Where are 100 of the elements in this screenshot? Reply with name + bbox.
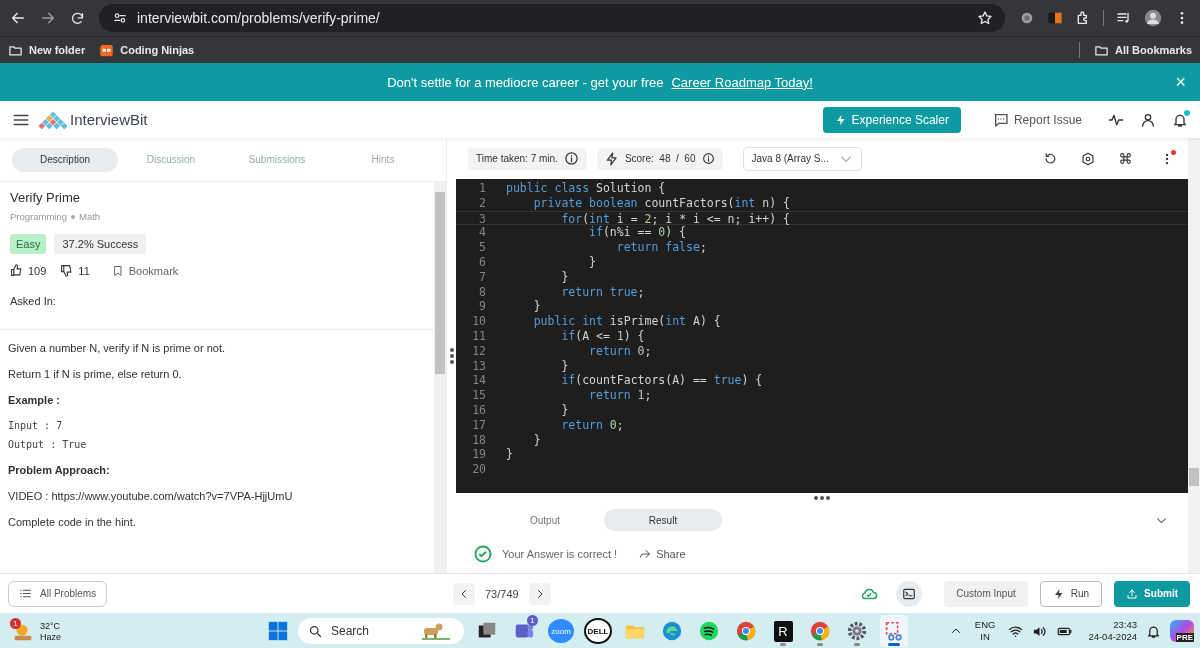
paragraph: Complete code in the hint.: [8, 516, 137, 528]
code-line: }: [532, 432, 541, 448]
bookmark[interactable]: All Bookmarks: [1093, 42, 1192, 58]
bookmark[interactable]: New folder: [8, 42, 86, 58]
line-number: 4: [478, 225, 486, 241]
user-icon[interactable]: [1140, 111, 1156, 128]
line-number: 20: [471, 462, 486, 477]
line-number: 3: [478, 211, 486, 225]
browser-icon[interactable]: [809, 620, 831, 642]
code-line: return true;: [560, 284, 645, 300]
back-icon[interactable]: [10, 10, 26, 26]
search-bar[interactable]: Search: [298, 618, 464, 644]
downvote-button[interactable]: 11: [60, 264, 90, 277]
bolt-icon: [1052, 587, 1065, 600]
reset-icon[interactable]: [1044, 152, 1057, 165]
console-tab[interactable]: Output: [486, 509, 604, 531]
address-bar[interactable]: interviewbit.com/problems/verify-prime/: [99, 4, 1005, 32]
command-key-icon[interactable]: [1119, 152, 1132, 165]
language-indicator[interactable]: ENG IN: [974, 619, 996, 643]
bolt-icon: [604, 151, 619, 166]
url-text: interviewbit.com/problems/verify-prime/: [137, 10, 381, 26]
clock[interactable]: 23:43 24-04-2024: [1088, 619, 1137, 643]
scissors-icon[interactable]: [883, 620, 905, 642]
media-icon[interactable]: [1116, 10, 1132, 26]
list-icon: [19, 587, 32, 600]
browser-icon[interactable]: [735, 620, 757, 642]
code-line: return 0;: [560, 417, 624, 433]
difficulty-badge: Easy: [10, 234, 47, 254]
scrollbar[interactable]: [434, 182, 446, 573]
result-message: Your Answer is correct !: [502, 548, 618, 560]
upvote-button[interactable]: 109: [10, 264, 47, 277]
temperature: 32°C: [40, 621, 61, 632]
line-number: 17: [471, 417, 486, 433]
extension-icon[interactable]: [1047, 10, 1063, 26]
scrollbar[interactable]: [1188, 138, 1200, 573]
language-dropdown[interactable]: Java 8 (Array S...: [742, 146, 862, 171]
banner-text: Don't settle for a mediocre career - get your free: [387, 74, 664, 90]
check-circle-icon: [474, 545, 492, 563]
line-number: 14: [471, 373, 486, 389]
line-number: 6: [478, 255, 486, 270]
section-heading: Problem Approach:: [8, 464, 111, 476]
code-line: return 0;: [588, 343, 652, 359]
code-line: Input : 7: [8, 420, 64, 431]
paragraph: VIDEO : https://www.youtube.com/watch?v=7VPA-HjjUmU: [8, 490, 294, 502]
score-chip: Score: 48 / 60: [596, 147, 723, 170]
notification-bell-icon[interactable]: [1146, 623, 1161, 639]
site-settings-icon[interactable]: [113, 11, 127, 25]
reload-icon[interactable]: [70, 10, 85, 26]
drag-handle-icon[interactable]: [448, 346, 455, 365]
extension-icon[interactable]: [1019, 10, 1035, 26]
notification-badge: 1: [10, 618, 21, 629]
thumbs-down-icon: [60, 264, 74, 277]
weather-condition: Haze: [40, 632, 61, 643]
topic-label: Math: [79, 211, 101, 222]
code-line: if(A <= 1) {: [560, 328, 645, 344]
share-button[interactable]: Share: [639, 548, 686, 560]
app-icon[interactable]: R: [773, 620, 793, 642]
code-line: public int isPrime(int A) {: [532, 314, 721, 329]
code-line: return false;: [615, 240, 707, 255]
run-button[interactable]: Run: [1039, 580, 1103, 607]
profile-avatar-icon[interactable]: [1144, 9, 1162, 27]
browser-icon[interactable]: [661, 620, 683, 642]
search-input[interactable]: Search: [329, 623, 413, 639]
asked-in-label: Asked In:: [10, 295, 57, 309]
line-number: 16: [471, 402, 486, 418]
line-number: 13: [471, 358, 486, 374]
terminal-button[interactable]: [896, 580, 923, 607]
bolt-icon: [834, 113, 847, 126]
code-line: }: [506, 447, 513, 463]
upload-icon: [1126, 587, 1139, 600]
line-number: 1: [478, 181, 486, 196]
line-number: 19: [471, 447, 486, 463]
weather-widget[interactable]: 1 32°C Haze: [6, 618, 67, 644]
share-arrow-icon: [639, 548, 652, 560]
star-icon[interactable]: [977, 10, 993, 26]
logo-text[interactable]: InterviewBit: [70, 111, 148, 128]
tab[interactable]: Description: [12, 147, 118, 172]
forward-icon[interactable]: [40, 10, 56, 26]
code-line: public class Solution {: [506, 181, 666, 196]
line-number: 15: [471, 388, 486, 403]
copilot-icon[interactable]: PRE: [1170, 620, 1194, 642]
code-line: for(int i = 2; i * i <= n; i++) {: [560, 211, 790, 225]
line-number: 2: [478, 195, 486, 211]
console-tab[interactable]: Result: [604, 509, 722, 531]
section-heading: Example :: [8, 394, 61, 406]
settings-icon[interactable]: [846, 620, 868, 642]
dell-app-icon[interactable]: DELL: [584, 618, 612, 644]
info-icon: [701, 152, 715, 165]
windows-start-icon[interactable]: [267, 620, 289, 642]
bookmark[interactable]: Coding Ninjas: [99, 42, 195, 58]
report-issue-button[interactable]: Report Issue: [992, 111, 1082, 128]
logo-icon: [38, 110, 68, 129]
music-app-icon[interactable]: [698, 620, 720, 642]
settings-icon[interactable]: [1081, 151, 1095, 166]
bookmark-button[interactable]: Bookmark: [111, 264, 179, 277]
line-number: 11: [471, 328, 486, 344]
code-line: }: [560, 402, 569, 418]
all-problems-button[interactable]: All Problems: [8, 580, 108, 607]
custom-input-button[interactable]: Custom Input: [944, 580, 1028, 607]
drag-handle-icon[interactable]: [813, 495, 831, 501]
